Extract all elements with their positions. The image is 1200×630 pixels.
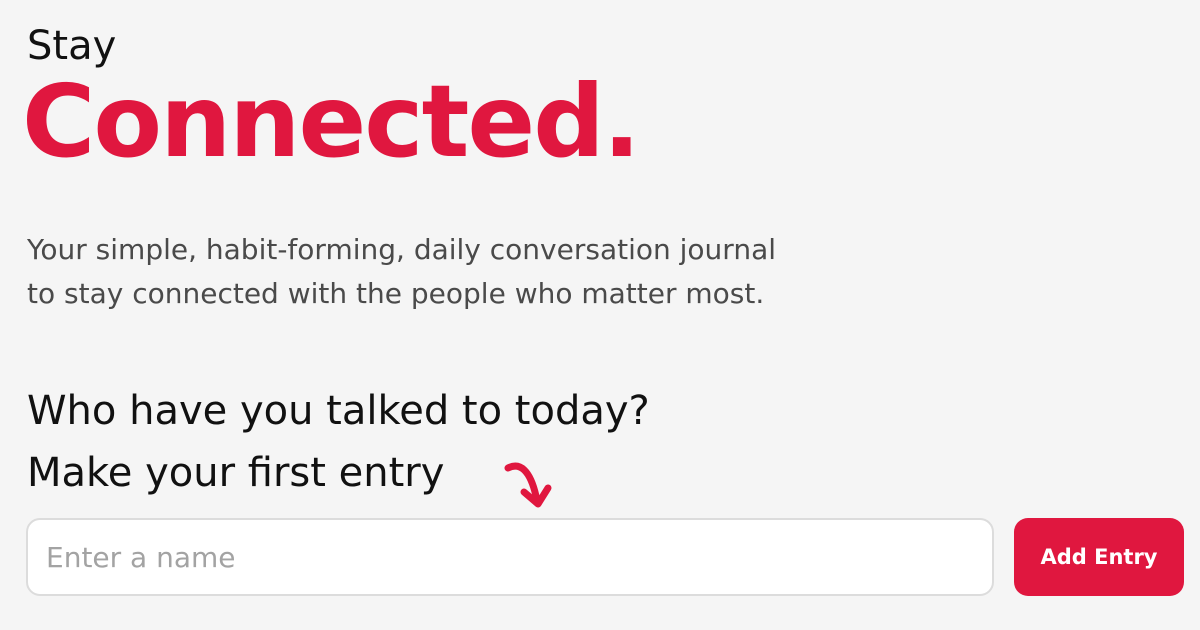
tagline: Your simple, habit-forming, daily conver… xyxy=(27,228,847,316)
tagline-line-2: to stay connected with the people who ma… xyxy=(27,277,765,310)
tagline-line-1: Your simple, habit-forming, daily conver… xyxy=(27,233,776,266)
name-input[interactable] xyxy=(26,518,994,596)
prompt-question: Who have you talked to today? xyxy=(27,388,650,434)
curved-arrow-down-icon xyxy=(504,462,552,508)
page-title: Connected. xyxy=(22,63,641,180)
add-entry-button[interactable]: Add Entry xyxy=(1014,518,1184,596)
